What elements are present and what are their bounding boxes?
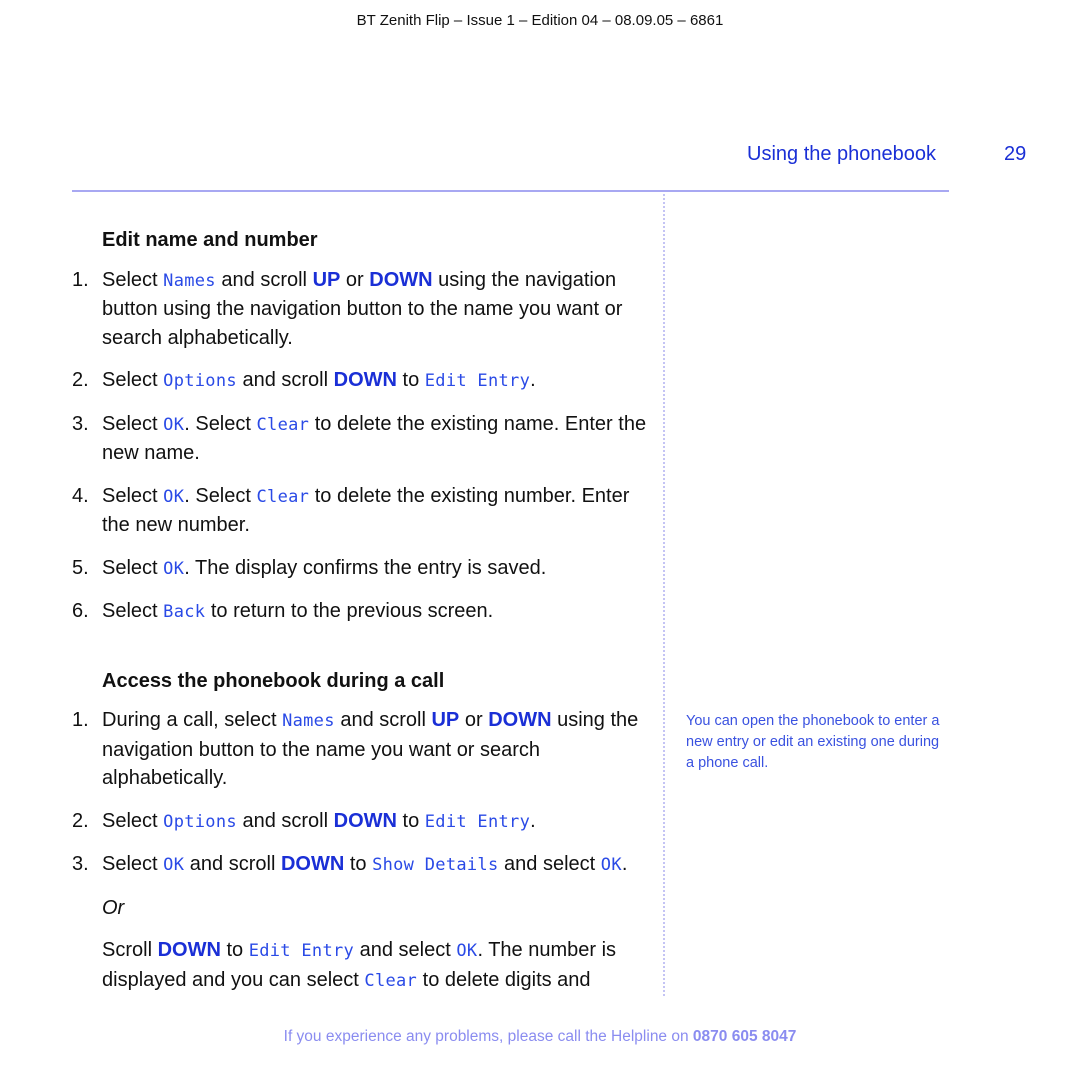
step-item: 4. Select OK. Select Clear to delete the … <box>72 484 630 537</box>
section-heading-during-call: Access the phonebook during a call <box>102 669 445 692</box>
key-label: DOWN <box>488 709 552 731</box>
key-label: DOWN <box>369 268 433 291</box>
step-item: 5. Select OK. The display confirms the en… <box>72 556 547 579</box>
lcd-label: Options <box>163 811 237 832</box>
step-item: 3. Select OK. Select Clear to delete the … <box>72 412 647 465</box>
lcd-label: OK <box>600 855 622 875</box>
lcd-label: Edit Entry <box>424 371 531 391</box>
key-label: DOWN <box>157 939 221 961</box>
lcd-label: Clear <box>364 970 418 991</box>
steps-during-call: 1. During a call, select Names and scroll… <box>72 706 652 880</box>
steps-edit: 1. Select Names and scroll UP or DOWN usi… <box>72 266 652 627</box>
step-item: 2. Select Options and scroll DOWN to Edit… <box>72 369 536 391</box>
lcd-label: Clear <box>256 414 310 435</box>
lcd-label: Edit Entry <box>248 941 355 961</box>
side-note: You can open the phonebook to enter a ne… <box>686 713 940 771</box>
lcd-label: Clear <box>256 486 310 507</box>
step-item: 2. Select Options and scroll DOWN to Edit… <box>72 809 536 832</box>
step-item: 6. Select Back to return to the previous … <box>72 600 494 622</box>
step-item: 3. Select OK and scroll DOWN to Show Deta… <box>72 853 628 875</box>
key-label: DOWN <box>333 369 397 391</box>
key-label: UP <box>312 268 341 291</box>
lcd-label: OK <box>456 941 478 961</box>
lcd-label: Back <box>163 602 206 622</box>
helpline-number: 0870 605 8047 <box>692 1028 797 1045</box>
lcd-label: Names <box>163 270 216 291</box>
lcd-label: OK <box>163 486 185 507</box>
continuation-paragraph: Scroll DOWN to Edit Entry and select OK.… <box>102 939 617 991</box>
main-column: Edit name and number 1. Select Names and … <box>72 226 652 995</box>
key-label: UP <box>431 709 460 731</box>
lcd-label: OK <box>163 855 185 875</box>
lcd-label: Names <box>282 711 335 731</box>
lcd-label: OK <box>163 414 185 435</box>
step-item: 1. Select Names and scroll UP or DOWN usi… <box>72 268 623 349</box>
page-number: 29 <box>1004 143 1027 165</box>
key-label: DOWN <box>280 853 345 875</box>
footer-helpline: If you experience any problems, please c… <box>0 1028 1080 1046</box>
lcd-label: Options <box>163 371 237 391</box>
section-title: Using the phonebook <box>747 143 937 165</box>
or-label: Or <box>102 896 125 919</box>
header-rule <box>72 190 949 192</box>
lcd-label: Edit Entry <box>424 811 531 832</box>
footer-text: If you experience any problems, please c… <box>283 1028 693 1045</box>
step-item: 1. During a call, select Names and scroll… <box>72 709 639 789</box>
key-label: DOWN <box>333 809 397 832</box>
column-divider <box>663 194 665 996</box>
lcd-label: Show Details <box>372 855 499 875</box>
section-heading-edit: Edit name and number <box>102 229 318 251</box>
document-info: BT Zenith Flip – Issue 1 – Edition 04 – … <box>356 12 724 29</box>
lcd-label: OK <box>163 558 185 579</box>
